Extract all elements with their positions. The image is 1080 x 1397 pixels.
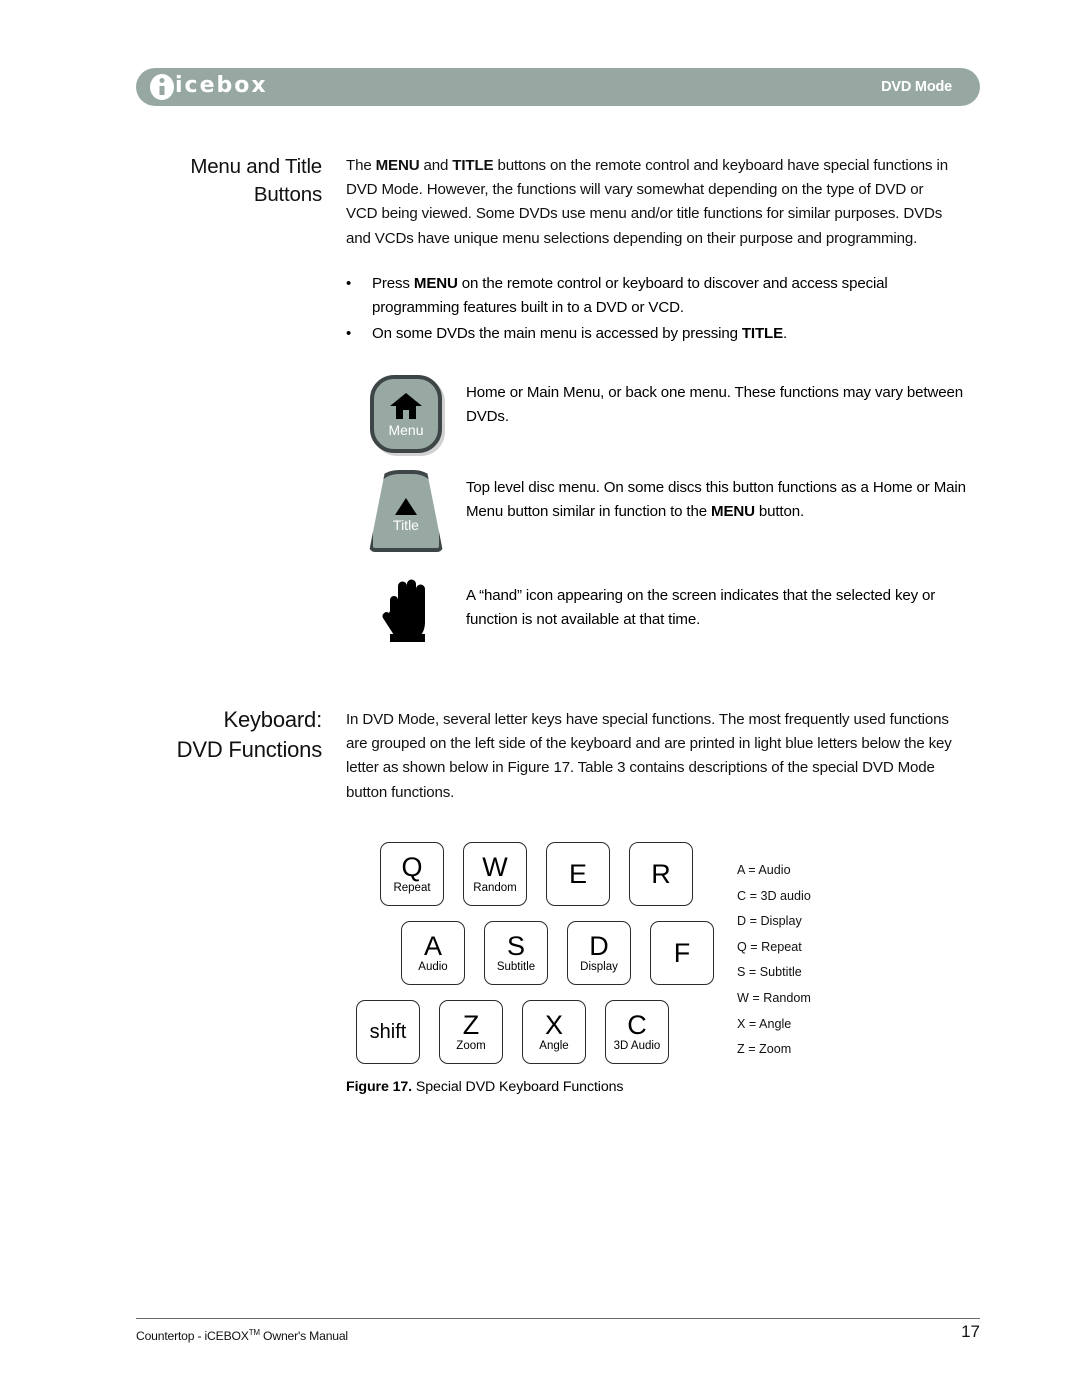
key-sublabel: Subtitle: [496, 960, 536, 973]
keyboard-key-f[interactable]: F: [650, 921, 714, 985]
hand-stop-icon: [382, 579, 425, 642]
keyboard-key-a[interactable]: A Audio: [401, 921, 465, 985]
bullet-list-menu-title: • Press MENU on the remote control or ke…: [346, 272, 956, 349]
title-button-inner: Title: [369, 470, 443, 552]
section-heading-line1: Keyboard:: [223, 707, 323, 732]
keyboard-key-z[interactable]: Z Zoom: [439, 1000, 503, 1064]
legend-entry: W = Random: [737, 990, 811, 1005]
keyboard-legend: A = Audio C = 3D audio D = Display Q = Repe…: [737, 858, 811, 1063]
section-paragraph-keyboard: In DVD Mode, several letter keys have sp…: [346, 711, 952, 801]
bullet-marker: •: [346, 325, 352, 343]
triangle-up-icon: [395, 497, 417, 515]
footer-divider: [136, 1318, 980, 1319]
menu-button-label: Menu: [388, 422, 424, 438]
key-glyph: W: [482, 851, 508, 882]
keyboard-key-d[interactable]: D Display: [567, 921, 631, 985]
key-glyph: D: [589, 930, 609, 961]
key-sublabel: Random: [473, 881, 517, 894]
legend-entry: X = Angle: [737, 1016, 792, 1031]
icon-row-hand: A “hand” icon appearing on the screen in…: [346, 578, 966, 644]
icon-row-title-button: Title Top level disc menu. On some discs…: [346, 470, 966, 552]
key-glyph: F: [673, 938, 691, 968]
keyboard-key-q[interactable]: Q Repeat: [380, 842, 444, 906]
icebox-logo: icebox: [150, 74, 268, 100]
keyboard-diagram: Q Repeat W Random E R A Audio S Subtitle D Display F…: [352, 842, 714, 1072]
logo-wordmark: icebox: [175, 73, 268, 98]
section-heading-line2: Buttons: [253, 183, 322, 206]
icebox-i-logo-icon: [150, 74, 174, 100]
footer-text-before-tm: Countertop - iCEBOX: [136, 1329, 249, 1344]
key-glyph: Q: [401, 851, 423, 882]
key-sublabel: Audio: [418, 960, 448, 973]
menu-button-description: Home or Main Menu, or back one menu. The…: [466, 384, 963, 426]
bullet-marker: •: [346, 275, 352, 292]
title-button-description: Top level disc menu. On some discs this …: [466, 479, 966, 521]
keyboard-key-c[interactable]: C 3D Audio: [605, 1000, 669, 1064]
list-item: • On some DVDs the main menu is accessed…: [346, 322, 956, 346]
title-button-graphic-cell: Title: [346, 470, 466, 552]
figure-caption-label: Figure 17.: [346, 1079, 413, 1095]
key-glyph: Z: [462, 1009, 480, 1040]
legend-entry: A = Audio: [737, 863, 791, 877]
list-item: • Press MENU on the remote control or ke…: [346, 272, 956, 320]
key-glyph: S: [506, 930, 525, 961]
key-glyph: A: [423, 930, 442, 961]
legend-entry: Q = Repeat: [737, 939, 802, 954]
paragraph-rich-text: The MENU and TITLE buttons on the remote…: [346, 157, 948, 247]
hand-graphic-cell: [346, 578, 466, 644]
legend-entry: D = Display: [737, 914, 802, 929]
house-icon: [390, 393, 422, 419]
key-sublabel: Angle: [539, 1039, 569, 1052]
figure-caption-text: Special DVD Keyboard Functions: [415, 1079, 624, 1095]
keyboard-key-r[interactable]: R: [629, 842, 693, 906]
keyboard-key-s[interactable]: S Subtitle: [484, 921, 548, 985]
key-glyph: shift: [369, 1021, 407, 1043]
section-heading-line1: Menu and Title: [190, 155, 322, 178]
key-glyph: R: [651, 859, 671, 889]
keyboard-key-w[interactable]: W Random: [463, 842, 527, 906]
key-glyph: C: [627, 1009, 647, 1040]
title-button-icon: Title: [369, 470, 443, 552]
home-menu-button-icon: Menu: [370, 375, 442, 453]
keyboard-key-shift[interactable]: shift: [356, 1000, 420, 1064]
trademark-symbol: TM: [248, 1328, 260, 1337]
menu-button-graphic-cell: Menu: [346, 375, 466, 453]
key-sublabel: Display: [580, 960, 618, 973]
key-glyph: X: [544, 1009, 563, 1040]
bullet-text: On some DVDs the main menu is accessed b…: [372, 325, 788, 343]
title-button-label: Title: [393, 516, 419, 533]
keyboard-key-e[interactable]: E: [546, 842, 610, 906]
header-mode-label: DVD Mode: [881, 79, 952, 95]
bullet-text: Press MENU on the remote control or keyb…: [372, 275, 888, 317]
keyboard-key-x[interactable]: X Angle: [522, 1000, 586, 1064]
legend-entry: C = 3D audio: [737, 888, 811, 903]
section-heading-line2: DVD Functions: [176, 737, 323, 762]
key-sublabel: Repeat: [393, 881, 431, 894]
key-sublabel: 3D Audio: [613, 1039, 661, 1052]
icon-row-menu-button: Menu Home or Main Menu, or back one menu…: [346, 375, 966, 453]
footer-page-number: 17: [961, 1322, 980, 1341]
legend-entry: Z = Zoom: [737, 1042, 792, 1057]
page-header-bar: icebox DVD Mode: [136, 68, 980, 106]
footer-text-after-tm: Owner's Manual: [259, 1329, 348, 1344]
key-glyph: E: [568, 859, 587, 889]
key-sublabel: Zoom: [456, 1039, 486, 1052]
section-heading-menu-title: Menu and Title Buttons: [150, 153, 322, 209]
hand-description: A “hand” icon appearing on the screen in…: [466, 587, 936, 629]
section-heading-keyboard: Keyboard: DVD Functions: [120, 705, 323, 765]
footer-manual-title: Countertop - iCEBOXTM Owner's Manual: [136, 1328, 348, 1343]
legend-entry: S = Subtitle: [737, 965, 802, 980]
figure-caption: Figure 17. Special DVD Keyboard Function…: [346, 1079, 624, 1095]
section-paragraph-menu-title: The MENU and TITLE buttons on the remote…: [346, 154, 956, 251]
